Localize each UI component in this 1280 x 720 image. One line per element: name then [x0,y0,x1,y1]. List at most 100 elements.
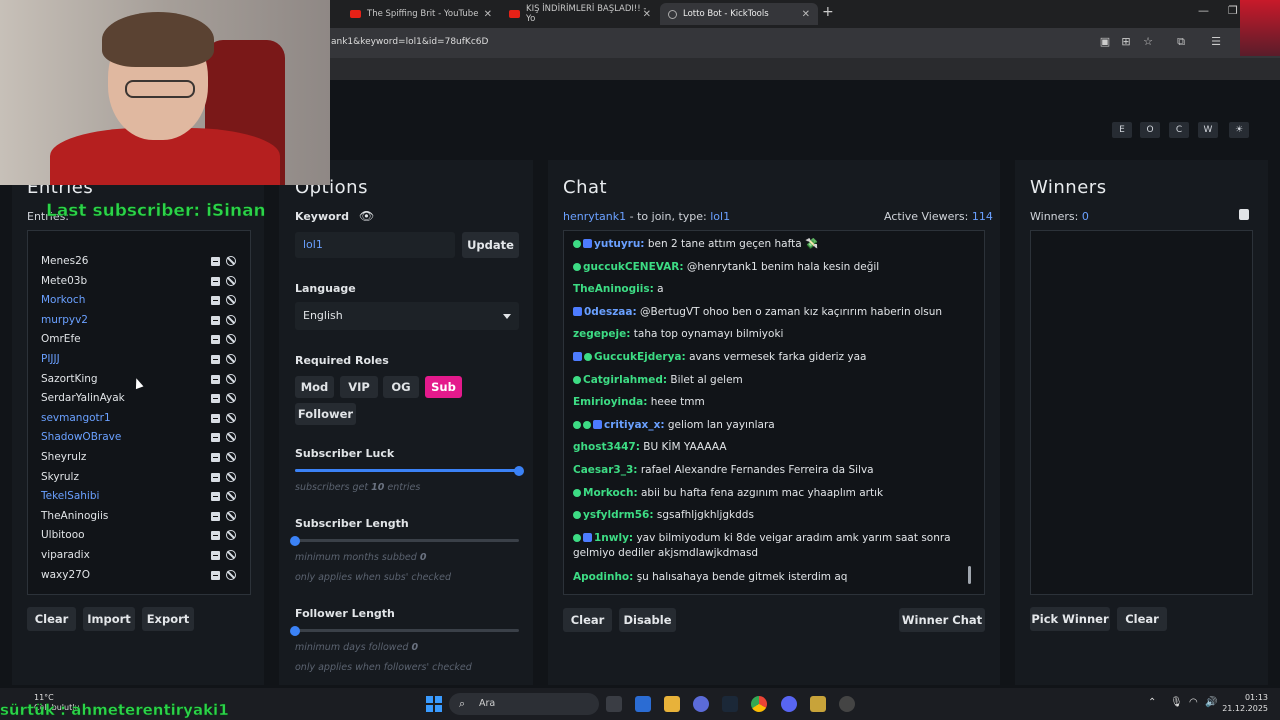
taskbar-search[interactable]: Ara [449,693,599,715]
role-follower-toggle[interactable]: Follower [295,403,356,425]
entries-export-button[interactable]: Export [142,607,194,631]
ban-icon[interactable] [226,275,236,286]
bookmark-star-icon[interactable]: ☆ [1142,36,1154,48]
ban-icon[interactable] [226,412,236,423]
chat-username[interactable]: Emirioyinda: [573,396,647,408]
remove-entry-icon[interactable] [211,374,220,384]
url-text[interactable]: ank1&keyword=lol1&id=78ufKc6D [331,37,488,47]
winners-clear-button[interactable]: Clear [1117,607,1167,631]
chat-username[interactable]: zegepeje: [573,328,630,340]
ban-icon[interactable] [226,452,236,462]
chat-scrollbar[interactable] [968,566,971,584]
chevron-up-icon[interactable]: ⌃ [1148,697,1156,708]
ban-icon[interactable] [226,256,236,266]
league-icon[interactable] [810,696,826,712]
tab-lotto-bot[interactable]: Lotto Bot - KickTools ✕ [660,3,818,25]
chat-username[interactable]: ghost3447: [573,441,640,453]
chat-username[interactable]: Caesar3_3: [573,464,638,476]
chat-username[interactable]: 1nwly: [594,532,633,544]
ban-icon[interactable] [226,373,236,384]
translate-icon[interactable]: ⊞ [1120,36,1132,48]
winners-list[interactable] [1030,230,1253,595]
chat-username[interactable]: critiyax_x: [604,419,665,431]
close-icon[interactable]: ✕ [643,9,651,20]
subscriber-luck-slider[interactable] [295,465,524,476]
remove-entry-icon[interactable] [211,413,220,423]
remove-entry-icon[interactable] [211,315,220,325]
steam-icon[interactable] [722,696,738,712]
ban-icon[interactable] [226,471,236,482]
remove-entry-icon[interactable] [211,296,220,306]
tab-youtube[interactable]: The Spiffing Brit - YouTube ✕ [342,3,500,25]
wifi-icon[interactable]: ◠ [1189,697,1198,708]
speaker-icon[interactable]: 🔊 [1205,697,1217,708]
chat-username[interactable]: Catgirlahmed: [583,374,667,386]
remove-entry-icon[interactable] [211,551,220,560]
chat-username[interactable]: ysfyldrm56: [583,509,654,521]
remove-entry-icon[interactable] [211,335,220,345]
ban-icon[interactable] [226,510,236,521]
maximize-icon[interactable]: ❐ [1228,4,1238,17]
role-og-toggle[interactable]: OG [383,376,419,398]
subscriber-length-slider[interactable] [290,535,519,546]
winner-chat-button[interactable]: Winner Chat [899,608,985,632]
language-select[interactable]: English [295,302,519,330]
chat-username[interactable]: guccukCENEVAR: [583,261,684,273]
theme-button-sun[interactable]: ☀ [1229,122,1249,138]
settings-icon[interactable] [839,696,855,712]
chat-clear-button[interactable]: Clear [563,608,612,632]
theme-button-e[interactable]: E [1112,122,1132,138]
chat-username[interactable]: GuccukEjderya: [594,351,686,363]
remove-entry-icon[interactable] [211,257,220,266]
minimize-icon[interactable]: — [1198,4,1209,17]
chat-username[interactable]: Apodinho: [573,571,633,583]
role-mod-toggle[interactable]: Mod [295,376,334,398]
remove-entry-icon[interactable] [211,355,220,364]
eye-icon[interactable]: 👁 [359,209,374,223]
slider-handle[interactable] [290,535,300,546]
channel-user-link[interactable]: henrytank1 [563,210,626,223]
pick-winner-button[interactable]: Pick Winner [1030,607,1110,631]
discord-icon[interactable] [781,696,797,712]
camera-off-icon[interactable]: ▣ [1099,36,1111,48]
theme-button-w[interactable]: W [1198,122,1218,138]
extensions-icon[interactable]: ⧉ [1175,36,1187,48]
app-icon[interactable] [693,696,709,712]
task-view-icon[interactable] [606,696,622,712]
role-vip-toggle[interactable]: VIP [340,376,378,398]
remove-entry-icon[interactable] [211,433,220,443]
close-icon[interactable]: ✕ [484,9,492,20]
system-clock[interactable]: 01:13 21.12.2025 [1222,692,1268,714]
theme-button-o[interactable]: O [1140,122,1160,138]
ban-icon[interactable] [226,550,236,560]
copy-icon[interactable] [1239,209,1249,220]
theme-button-c[interactable]: C [1169,122,1189,138]
remove-entry-icon[interactable] [211,394,220,404]
file-explorer-icon[interactable] [664,696,680,712]
remove-entry-icon[interactable] [211,570,220,580]
chat-username[interactable]: yutuyru: [594,238,645,250]
calculator-icon[interactable] [635,696,651,712]
update-button[interactable]: Update [462,232,519,258]
keyword-input[interactable]: lol1 [295,232,455,258]
new-tab-icon[interactable]: + [822,4,834,20]
slider-handle[interactable] [514,465,524,476]
close-icon[interactable]: ✕ [802,9,810,20]
remove-entry-icon[interactable] [211,511,220,521]
remove-entry-icon[interactable] [211,492,220,502]
role-sub-toggle[interactable]: Sub [425,376,462,398]
windows-start-icon[interactable] [426,696,442,712]
ban-icon[interactable] [226,569,236,580]
remove-entry-icon[interactable] [211,453,220,462]
follower-length-slider[interactable] [290,625,519,636]
chat-disable-button[interactable]: Disable [619,608,676,632]
reading-list-icon[interactable]: ☰ [1210,36,1222,48]
chat-username[interactable]: Morkoch: [583,487,638,499]
ban-icon[interactable] [226,314,236,325]
remove-entry-icon[interactable] [211,531,220,541]
microphone-icon[interactable]: 🎙 [1170,697,1183,708]
entries-clear-button[interactable]: Clear [27,607,76,631]
ban-icon[interactable] [226,354,236,364]
tab-kis-indirimleri[interactable]: KIŞ İNDİRİMLERİ BAŞLADI!! - Yo ✕ [501,3,659,25]
remove-entry-icon[interactable] [211,276,220,286]
